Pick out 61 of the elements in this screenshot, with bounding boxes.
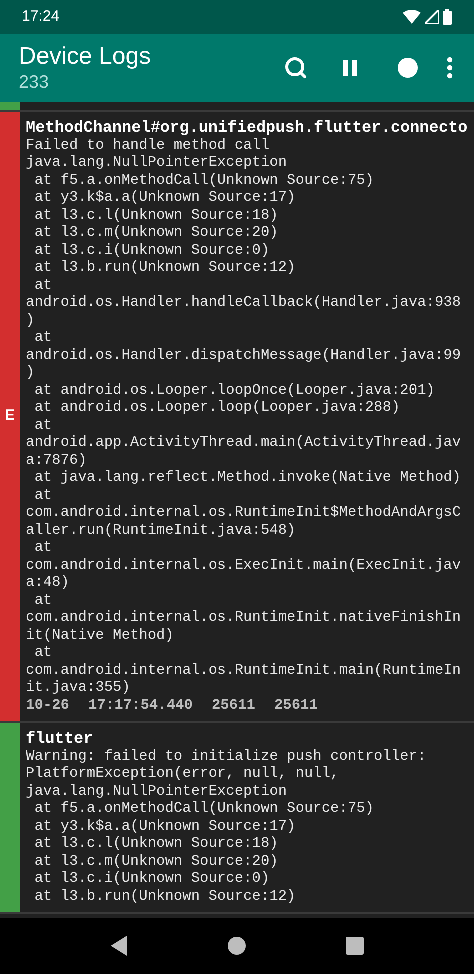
log-line: at l3.c.m(Unknown Source:20) — [34, 225, 280, 242]
log-line: it.java:355) — [26, 680, 132, 698]
log-line: at l3.c.i(Unknown Source:0) — [34, 871, 271, 888]
log-line: at — [34, 540, 54, 558]
home-icon — [228, 937, 246, 955]
log-count: 233 — [19, 71, 50, 93]
log-line: android.os.Handler.handleCallback(Handler.java:938 — [26, 295, 462, 312]
log-line: at — [34, 330, 54, 348]
log-meta: 10-26 — [26, 698, 70, 715]
log-line: at l3.c.i(Unknown Source:0) — [34, 242, 271, 260]
log-line: Warning: failed to initialize push controller: — [26, 748, 428, 766]
battery-icon — [443, 9, 452, 25]
log-line: PlatformException(error, null, null, — [26, 766, 340, 784]
log-line: at java.lang.reflect.Method.invoke(Native Method) — [34, 470, 462, 488]
log-meta: 17:17:54.440 — [88, 698, 193, 715]
log-line: com.android.internal.os.RuntimeInit.nativeFinishIn — [26, 610, 462, 628]
wifi-icon — [403, 10, 421, 24]
back-icon — [111, 936, 127, 956]
log-line: android.app.ActivityThread.main(ActivityThread.jav — [26, 435, 462, 452]
log-meta: 25611 — [212, 698, 256, 715]
log-line: java.lang.NullPointerException — [26, 155, 288, 172]
log-line: java.lang.NullPointerException — [26, 784, 288, 801]
log-line: at — [34, 592, 54, 610]
log-line: ) — [26, 312, 36, 330]
log-line: at l3.c.l(Unknown Source:18) — [34, 208, 280, 225]
log-line: at f5.a.onMethodCall(Unknown Source:75) — [34, 801, 376, 818]
log-line: at l3.c.l(Unknown Source:18) — [34, 836, 280, 854]
signal-icon — [425, 10, 439, 24]
search-icon — [284, 56, 308, 80]
more-icon — [447, 57, 453, 79]
log-line: at — [34, 418, 54, 435]
log-line: ) — [26, 365, 36, 382]
log-line: at — [34, 488, 54, 505]
log-line: at l3.c.m(Unknown Source:20) — [34, 854, 280, 871]
log-line: com.android.internal.os.RuntimeInit.main(RuntimeIn — [26, 662, 462, 680]
app-title: Device Logs — [19, 43, 152, 71]
level-letter: E — [4, 406, 15, 426]
log-line: at l3.b.run(Unknown Source:12) — [34, 260, 297, 278]
log-tag: MethodChannel#org.unifiedpush.flutter.connecto — [26, 120, 474, 138]
log-line: it(Native Method) — [26, 628, 175, 645]
pause-icon — [343, 60, 357, 76]
log-meta: 25611 — [274, 698, 318, 715]
recents-icon — [346, 937, 364, 955]
log-line: at android.os.Looper.loopOnce(Looper.java:201) — [34, 382, 436, 400]
log-line: at y3.k$a.a(Unknown Source:17) — [34, 818, 297, 836]
log-line: a:7876) — [26, 452, 88, 470]
log-line: a:48) — [26, 575, 71, 592]
log-line: at android.os.Looper.loop(Looper.java:288) — [34, 400, 402, 418]
log-line: at — [34, 645, 54, 662]
log-line: Failed to handle method call — [26, 138, 271, 155]
log-line: aller.run(RuntimeInit.java:548) — [26, 522, 297, 540]
log-line: at l3.b.run(Unknown Source:12) — [34, 888, 297, 906]
log-line: com.android.internal.os.RuntimeInit$MethodAndArgsC — [26, 505, 462, 522]
log-tag: flutter — [26, 731, 474, 748]
status-time: 17:24 — [22, 6, 60, 27]
log-line: at f5.a.onMethodCall(Unknown Source:75) — [34, 172, 376, 190]
log-line: at — [34, 278, 54, 295]
log-line: android.os.Handler.dispatchMessage(Handler.java:99 — [26, 348, 462, 365]
log-line: at y3.k$a.a(Unknown Source:17) — [34, 190, 297, 208]
circle-icon — [398, 58, 418, 78]
log-line: com.android.internal.os.ExecInit.main(ExecInit.jav — [26, 558, 462, 575]
